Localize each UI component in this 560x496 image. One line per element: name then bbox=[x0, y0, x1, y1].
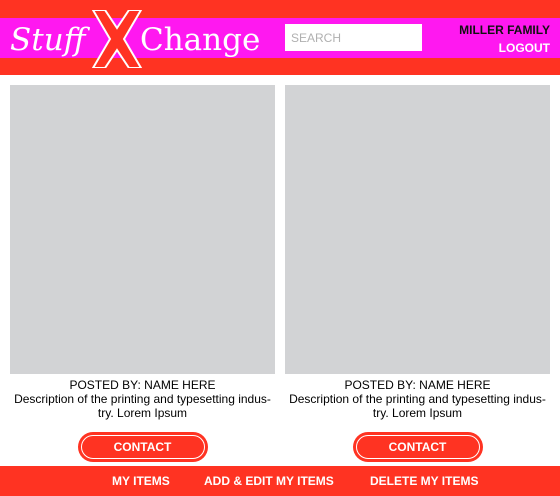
nav-my-items[interactable]: MY ITEMS bbox=[112, 474, 170, 488]
logo-x-mark-icon bbox=[91, 10, 143, 68]
stuffxchange-logo[interactable]: Stuff Change bbox=[8, 10, 268, 68]
posted-by-text: POSTED BY: NAME HERE bbox=[344, 378, 491, 392]
contact-button[interactable]: CONTACT bbox=[80, 435, 205, 459]
item-description: Description of the printing and typesett… bbox=[14, 392, 271, 420]
logo-word-stuff: Stuff bbox=[10, 22, 86, 58]
item-image-placeholder[interactable] bbox=[10, 85, 275, 374]
logout-link[interactable]: LOGOUT bbox=[499, 41, 550, 55]
footer-nav-bar: MY ITEMS ADD & EDIT MY ITEMS DELETE MY I… bbox=[0, 466, 560, 496]
item-image-placeholder[interactable] bbox=[285, 85, 550, 374]
search-input[interactable] bbox=[285, 24, 422, 51]
contact-button-frame: CONTACT bbox=[352, 432, 483, 462]
item-card: POSTED BY: NAME HERE Description of the … bbox=[285, 85, 550, 462]
logo-word-change: Change bbox=[140, 22, 261, 58]
posted-by-text: POSTED BY: NAME HERE bbox=[69, 378, 216, 392]
nav-delete-my-items[interactable]: DELETE MY ITEMS bbox=[370, 474, 478, 488]
item-description: Description of the printing and typesett… bbox=[289, 392, 546, 420]
user-name: MILLER FAMILY bbox=[459, 23, 550, 37]
contact-button-frame: CONTACT bbox=[77, 432, 208, 462]
contact-button[interactable]: CONTACT bbox=[355, 435, 480, 459]
nav-add-edit-my-items[interactable]: ADD & EDIT MY ITEMS bbox=[204, 474, 334, 488]
item-card: POSTED BY: NAME HERE Description of the … bbox=[10, 85, 275, 462]
